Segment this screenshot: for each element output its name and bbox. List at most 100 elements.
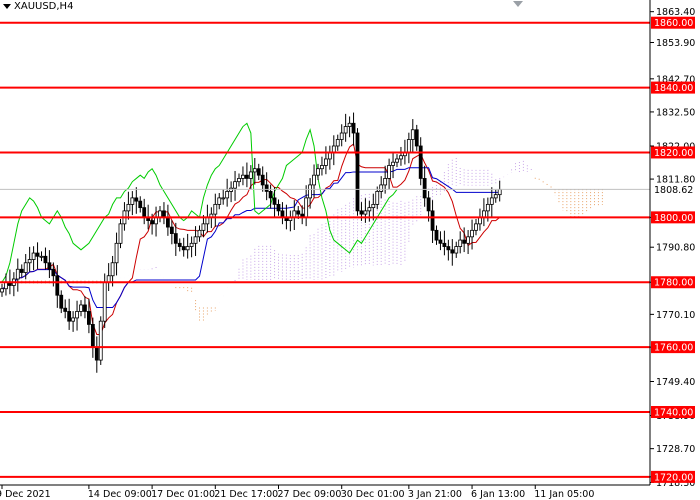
price-tick-label: 1832.50 (656, 107, 695, 118)
candle-body (264, 184, 269, 192)
candle-body (379, 184, 384, 192)
candle-body (446, 246, 451, 251)
candle-body (493, 194, 498, 199)
candle-body (359, 210, 364, 215)
price-axis: 1863.401853.901842.701832.501822.001811.… (0, 0, 696, 489)
candle-body (252, 168, 257, 173)
candle-body (185, 246, 190, 251)
candle-body (217, 197, 222, 205)
candle-body (414, 129, 419, 147)
time-tick-label: 30 Dec 01:00 (341, 489, 405, 500)
symbol-label: XAUUSD,H4 (14, 1, 74, 12)
candle-body (343, 126, 348, 134)
horizontal-levels (0, 21, 650, 478)
candle-body (308, 184, 313, 199)
scroll-marker-icon (513, 1, 523, 7)
candle-body (39, 255, 44, 258)
candle-body (90, 324, 95, 348)
price-tick-label: 1770.10 (656, 310, 695, 321)
candle-body (169, 226, 174, 234)
candle-body (98, 320, 103, 361)
candle-body (395, 158, 399, 163)
level-label: 1820.00 (654, 148, 693, 159)
candle-body (466, 236, 471, 244)
candle-body (59, 294, 64, 309)
level-label: 1860.00 (654, 18, 693, 29)
candle-body (55, 275, 60, 296)
time-tick-label: 11 Jan 05:00 (534, 489, 594, 500)
symbol-title[interactable]: XAUUSD,H4 (3, 1, 73, 12)
chevron-down-icon[interactable] (3, 4, 11, 9)
candle-body (197, 229, 202, 238)
candle-body (375, 191, 380, 205)
candle-body (63, 307, 68, 312)
candle-body (371, 203, 376, 209)
candle-body (94, 346, 99, 361)
level-label: 1800.00 (654, 213, 693, 224)
candle-body (126, 203, 131, 212)
candle-body (474, 223, 478, 231)
candle-body (102, 281, 107, 322)
candle-body (296, 210, 301, 215)
candle-body (75, 311, 79, 319)
current-price-label: 1808.62 (654, 185, 693, 196)
price-chart[interactable]: 1863.401853.901842.701832.501822.001811.… (0, 0, 700, 500)
candle-body (418, 145, 423, 179)
candle-body (47, 262, 52, 270)
level-label: 1780.00 (654, 278, 693, 289)
candle-body (67, 311, 72, 322)
candle-body (347, 122, 352, 127)
candle-body (276, 203, 281, 212)
chart-area[interactable]: 1863.401853.901842.701832.501822.001811.… (0, 0, 700, 500)
candle-body (71, 317, 75, 322)
price-tick-label: 1749.40 (656, 377, 695, 388)
candle-body (118, 223, 123, 244)
time-tick-label: 14 Dec 09:00 (88, 489, 152, 500)
time-tick-label: 21 Dec 17:00 (214, 489, 278, 500)
candle-body (241, 174, 245, 179)
candle-body (83, 304, 87, 312)
candle-body (367, 207, 372, 212)
price-tick-label: 1790.80 (656, 243, 695, 254)
candle-body (304, 197, 309, 218)
candle-body (399, 155, 403, 160)
level-label: 1760.00 (654, 343, 693, 354)
candle-body (19, 268, 24, 273)
time-tick-label: 6 Jan 13:00 (471, 489, 525, 500)
candle-body (430, 210, 435, 231)
candle-body (0, 288, 4, 293)
candle-body (31, 252, 36, 260)
candle-body (51, 268, 56, 277)
time-tick-label: 3 Jan 21:00 (408, 489, 462, 500)
candle-body (79, 304, 83, 312)
candle-body (410, 129, 415, 140)
candle-body (442, 242, 447, 247)
price-tick-label: 1863.40 (656, 7, 695, 18)
candle-body (177, 242, 182, 247)
candle-body (458, 239, 463, 247)
candle-body (173, 233, 178, 244)
level-label: 1720.00 (654, 472, 693, 483)
candle-body (438, 239, 443, 244)
candle-body (189, 242, 194, 247)
candle-body (312, 174, 316, 186)
time-tick-label: 17 Dec 01:00 (151, 489, 215, 500)
candle-body (15, 268, 20, 280)
candle-body (23, 262, 28, 273)
level-label: 1740.00 (654, 408, 693, 419)
candle-body (87, 311, 91, 325)
candle-body (193, 236, 198, 244)
candle-body (225, 191, 230, 199)
candle-body (387, 165, 392, 179)
candle-body (201, 223, 206, 231)
candle-body (454, 246, 459, 254)
candle-body (355, 132, 360, 212)
candle-body (27, 259, 32, 264)
candle-body (43, 255, 48, 264)
candle-body (213, 203, 218, 215)
candle-body (233, 181, 237, 189)
candle-body (114, 242, 119, 264)
candle-body (323, 158, 328, 166)
candle-body (339, 132, 344, 140)
candle-body (150, 220, 155, 225)
